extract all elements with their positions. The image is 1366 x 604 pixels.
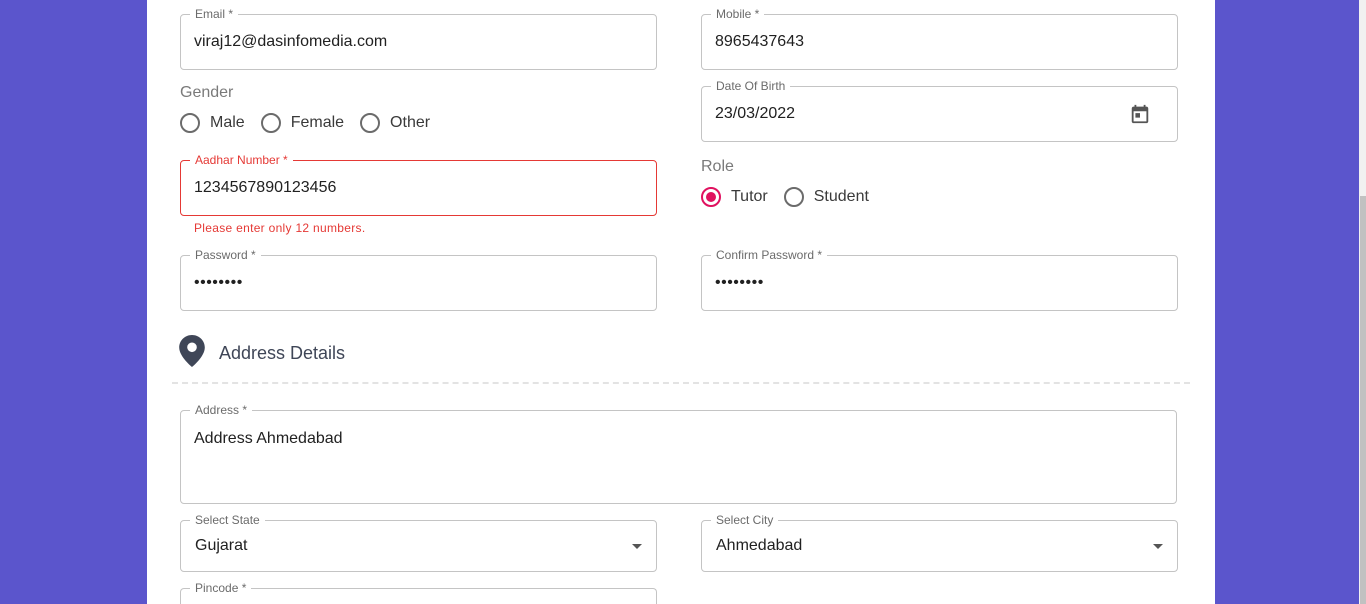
email-field[interactable]: Email * viraj12@dasinfomedia.com xyxy=(180,7,657,70)
gender-other-label: Other xyxy=(390,114,431,131)
gender-male-label: Male xyxy=(210,114,245,131)
confirm-password-field[interactable]: Confirm Password * •••••••• xyxy=(701,248,1178,311)
city-select[interactable]: Select City Ahmedabad xyxy=(701,513,1178,572)
email-value: viraj12@dasinfomedia.com xyxy=(194,33,388,50)
gender-option-female[interactable]: Female xyxy=(260,113,345,133)
mobile-value: 8965437643 xyxy=(715,33,804,50)
dob-label: Date Of Birth xyxy=(711,79,791,93)
role-option-student[interactable]: Student xyxy=(783,187,869,207)
mobile-label: Mobile * xyxy=(711,7,765,21)
role-tutor-label: Tutor xyxy=(731,188,768,205)
pincode-field[interactable]: Pincode * xyxy=(180,581,657,604)
role-student-radio[interactable] xyxy=(783,187,804,207)
gender-option-other[interactable]: Other xyxy=(360,113,430,133)
page-scrollbar-thumb[interactable] xyxy=(1360,196,1366,604)
aadhar-error-text: Please enter only 12 numbers. xyxy=(194,221,366,235)
gender-other-radio[interactable] xyxy=(360,113,381,133)
password-value: •••••••• xyxy=(194,274,243,291)
password-label: Password * xyxy=(190,248,261,262)
address-label: Address * xyxy=(190,403,253,417)
aadhar-field[interactable]: Aadhar Number * 1234567890123456 xyxy=(180,153,657,216)
role-radio-group: Tutor Student xyxy=(701,187,885,207)
section-divider xyxy=(172,382,1190,384)
gender-option-male[interactable]: Male xyxy=(180,113,245,133)
gender-label: Gender xyxy=(180,84,234,101)
role-tutor-radio[interactable] xyxy=(701,187,721,207)
dob-value: 23/03/2022 xyxy=(715,105,796,122)
location-pin-icon xyxy=(179,335,205,372)
gender-radio-group: Male Female Other xyxy=(180,113,446,133)
confirm-password-value: •••••••• xyxy=(715,274,764,291)
gender-male-radio[interactable] xyxy=(180,113,200,133)
password-field[interactable]: Password * •••••••• xyxy=(180,248,657,311)
email-label: Email * xyxy=(190,7,239,21)
dob-field[interactable]: Date Of Birth 23/03/2022 xyxy=(701,79,1178,142)
city-value: Ahmedabad xyxy=(716,537,803,554)
address-value: Address Ahmedabad xyxy=(194,430,343,447)
address-textarea[interactable]: Address * Address Ahmedabad xyxy=(180,403,1177,504)
gender-female-label: Female xyxy=(290,114,345,131)
chevron-down-icon[interactable] xyxy=(632,544,642,549)
role-option-tutor[interactable]: Tutor xyxy=(701,187,768,207)
state-select[interactable]: Select State Gujarat xyxy=(180,513,657,572)
address-details-title: Address Details xyxy=(219,343,346,363)
city-label: Select City xyxy=(711,513,779,527)
gender-female-radio[interactable] xyxy=(260,113,281,133)
aadhar-label: Aadhar Number * xyxy=(190,153,293,167)
chevron-down-icon[interactable] xyxy=(1153,544,1163,549)
confirm-password-label: Confirm Password * xyxy=(711,248,828,262)
calendar-icon[interactable] xyxy=(1129,103,1151,130)
pincode-label: Pincode * xyxy=(190,581,252,595)
state-value: Gujarat xyxy=(195,537,248,554)
role-label: Role xyxy=(701,158,734,175)
aadhar-value: 1234567890123456 xyxy=(194,179,337,196)
mobile-field[interactable]: Mobile * 8965437643 xyxy=(701,7,1178,70)
role-student-label: Student xyxy=(813,188,869,205)
state-label: Select State xyxy=(190,513,265,527)
